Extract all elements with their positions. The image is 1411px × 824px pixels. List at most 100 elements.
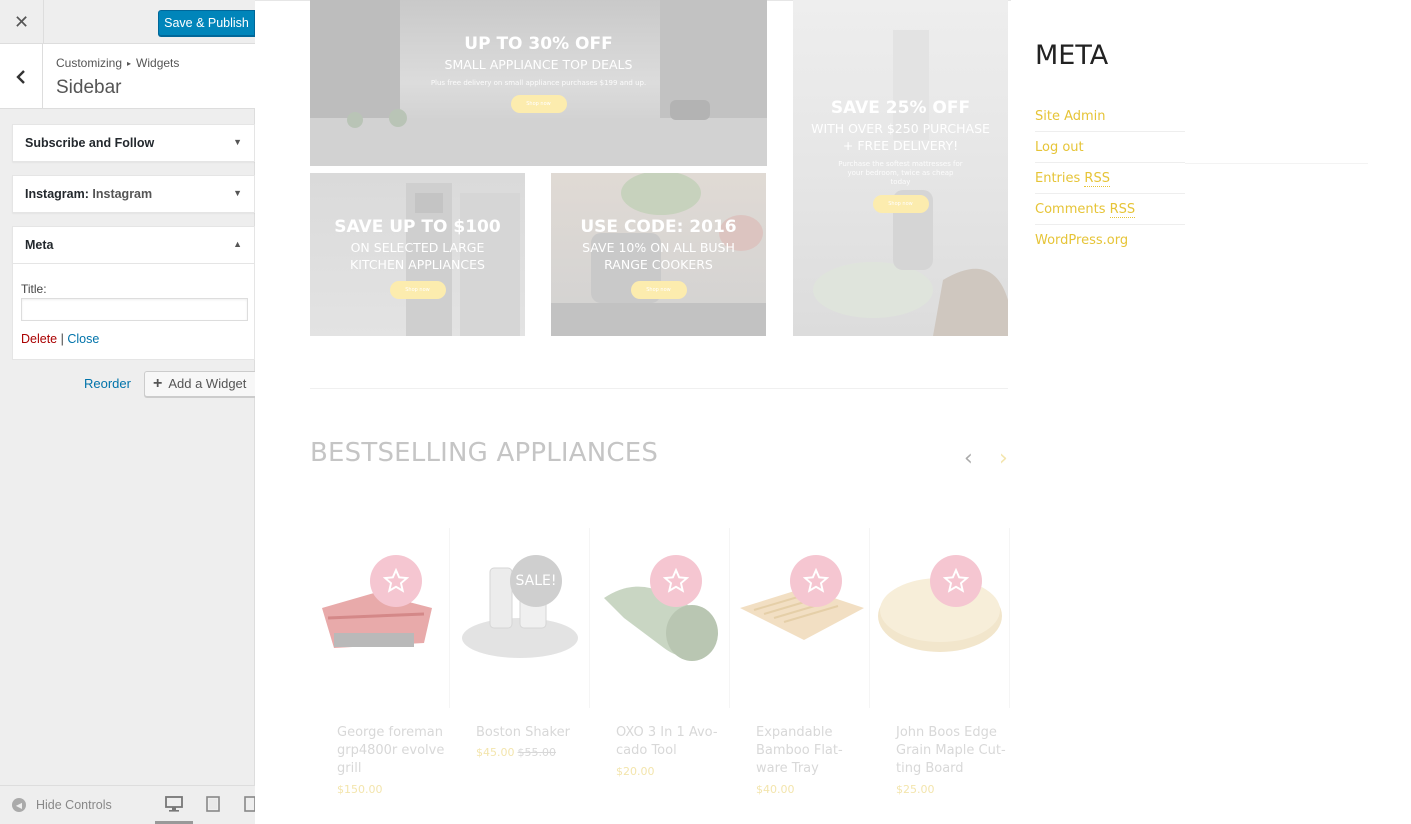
- banner-heading: SAVE UP TO $100: [334, 217, 501, 237]
- customizer-panel: ✕ Save & Publish Customizing ▸ Widgets Sid…: [0, 0, 256, 824]
- product-card[interactable]: [590, 528, 730, 708]
- product-name[interactable]: Boston Shaker: [476, 724, 588, 742]
- product-price: $45.00 $55.00: [476, 746, 556, 759]
- rss-abbr: RSS: [1109, 202, 1136, 218]
- star-icon: [943, 568, 969, 593]
- shop-now-button[interactable]: Shop now: [510, 95, 567, 113]
- product-name-line: grp4800r evolve: [337, 743, 445, 758]
- banner-heading: UP TO 30% OFF: [464, 34, 613, 54]
- widget-title: Instagram: Instagram: [25, 187, 152, 201]
- product-card[interactable]: [870, 528, 1010, 708]
- hide-controls-label: Hide Controls: [36, 798, 112, 812]
- meta-link-log-out[interactable]: Log out: [1035, 132, 1185, 163]
- banner-small-appliance[interactable]: UP TO 30% OFF SMALL APPLIANCE TOP DEALS …: [310, 0, 767, 166]
- product-price: $25.00: [896, 783, 935, 796]
- product-name-line: cado Tool: [616, 743, 677, 758]
- product-name[interactable]: OXO 3 In 1 Avo- cado Tool: [616, 724, 728, 760]
- banner-heading: USE CODE: 2016: [580, 217, 737, 237]
- product-name[interactable]: John Boos Edge Grain Maple Cut- ting Boa…: [896, 724, 1008, 778]
- section-header: Customizing ▸ Widgets Sidebar: [0, 44, 255, 109]
- shop-now-button[interactable]: Shop now: [872, 195, 929, 213]
- title-field[interactable]: [21, 298, 248, 321]
- banner-text: UP TO 30% OFF SMALL APPLIANCE TOP DEALS …: [310, 34, 767, 113]
- favorite-badge[interactable]: [790, 555, 842, 607]
- product-name-line: Expandable: [756, 725, 833, 740]
- banner-large-appliances[interactable]: SAVE UP TO $100 ON SELECTED LARGE KITCHE…: [310, 173, 525, 336]
- widget-actions: Delete | Close: [21, 332, 99, 346]
- product-name-line: George foreman: [337, 725, 443, 740]
- save-publish-button[interactable]: Save & Publish: [158, 10, 255, 36]
- delete-widget-link[interactable]: Delete: [21, 332, 57, 346]
- banner-tagline: Plus free delivery on small appliance pu…: [430, 79, 647, 87]
- banner-text: SAVE UP TO $100 ON SELECTED LARGE KITCHE…: [310, 217, 525, 299]
- product-card[interactable]: SALE!: [450, 528, 590, 708]
- shop-now-button[interactable]: Shop now: [630, 281, 687, 299]
- star-icon: [803, 568, 829, 593]
- banner-text: USE CODE: 2016 SAVE 10% ON ALL BUSH RANG…: [551, 217, 766, 299]
- banner-subheading: SMALL APPLIANCE TOP DEALS: [444, 57, 633, 72]
- desktop-icon[interactable]: [165, 796, 183, 812]
- carousel-next-icon[interactable]: ›: [999, 446, 1008, 471]
- meta-link-site-admin[interactable]: Site Admin: [1035, 101, 1185, 132]
- collapse-arrow-icon[interactable]: ▲: [233, 239, 242, 249]
- banner-subheading-1: ON SELECTED LARGE: [350, 240, 485, 255]
- customizer-header: ✕ Save & Publish: [0, 0, 255, 44]
- close-widget-link[interactable]: Close: [67, 332, 99, 346]
- hide-controls-button[interactable]: ◀ Hide Controls: [12, 798, 112, 812]
- widget-title-text: Subscribe and Follow: [25, 136, 155, 150]
- product-card[interactable]: [310, 528, 450, 708]
- banner-range-cookers[interactable]: USE CODE: 2016 SAVE 10% ON ALL BUSH RANG…: [551, 173, 766, 336]
- banner-subheading-1: WITH OVER $250 PURCHASE: [811, 121, 990, 136]
- customizer-footer: ◀ Hide Controls: [0, 785, 256, 824]
- banner-heading: SAVE 25% OFF: [830, 98, 971, 118]
- shop-now-button[interactable]: Shop now: [389, 281, 446, 299]
- close-customizer-button[interactable]: ✕: [0, 0, 44, 44]
- expand-arrow-icon[interactable]: ▼: [233, 188, 242, 198]
- banner-tagline: Purchase the softest mattresses for your…: [838, 160, 963, 186]
- widget-meta[interactable]: Meta ▲: [12, 226, 255, 264]
- section-title: Sidebar: [56, 77, 122, 98]
- product-name-line: Boston Shaker: [476, 725, 570, 740]
- back-button[interactable]: [0, 44, 43, 109]
- meta-link-entries-rss[interactable]: Entries RSS: [1035, 163, 1185, 194]
- site-preview: UP TO 30% OFF SMALL APPLIANCE TOP DEALS …: [255, 0, 1411, 824]
- link-text: Comments: [1035, 202, 1106, 217]
- favorite-badge[interactable]: [370, 555, 422, 607]
- meta-link-comments-rss[interactable]: Comments RSS: [1035, 194, 1185, 225]
- reorder-link[interactable]: Reorder: [84, 376, 131, 391]
- link-text: Log out: [1035, 140, 1084, 155]
- product-name[interactable]: George foreman grp4800r evolve grill: [337, 724, 449, 778]
- add-widget-button[interactable]: + Add a Widget: [144, 371, 255, 397]
- product-price: $20.00: [616, 765, 655, 778]
- favorite-badge[interactable]: [650, 555, 702, 607]
- product-name-line: Bamboo Flat-: [756, 743, 843, 758]
- breadcrumb: Customizing ▸ Widgets: [56, 56, 179, 70]
- product-name[interactable]: Expandable Bamboo Flat- ware Tray: [756, 724, 868, 778]
- product-price: $150.00: [337, 783, 383, 796]
- tablet-icon[interactable]: [204, 796, 222, 812]
- banner-subheading-2: KITCHEN APPLIANCES: [350, 257, 485, 272]
- product-name-line: John Boos Edge: [896, 725, 997, 740]
- widget-title-text: Instagram:: [25, 187, 89, 201]
- widget-title: Subscribe and Follow: [25, 136, 154, 150]
- star-icon: [383, 568, 409, 593]
- widget-title: Meta: [25, 238, 53, 252]
- expand-arrow-icon[interactable]: ▼: [233, 137, 242, 147]
- banner-mattress-promo[interactable]: SAVE 25% OFF WITH OVER $250 PURCHASE + F…: [793, 0, 1008, 336]
- favorite-badge[interactable]: [930, 555, 982, 607]
- original-price: $55.00: [517, 746, 557, 759]
- product-name-line: grill: [337, 761, 362, 776]
- product-card[interactable]: [730, 528, 870, 708]
- meta-widget-form: Title: Delete | Close: [12, 264, 255, 360]
- sale-badge: SALE!: [510, 555, 562, 607]
- carousel-prev-icon[interactable]: ‹: [964, 446, 973, 471]
- banner-subheading-2: RANGE COOKERS: [604, 257, 713, 272]
- breadcrumb-root: Customizing: [56, 56, 123, 70]
- meta-link-wordpress-org[interactable]: WordPress.org: [1035, 225, 1185, 256]
- close-icon: ✕: [13, 11, 30, 32]
- product-price: $40.00: [756, 783, 795, 796]
- widget-subscribe-follow[interactable]: Subscribe and Follow ▼: [12, 124, 255, 162]
- widget-instagram[interactable]: Instagram: Instagram ▼: [12, 175, 255, 213]
- action-separator: |: [57, 332, 68, 346]
- add-widget-label: Add a Widget: [168, 376, 247, 391]
